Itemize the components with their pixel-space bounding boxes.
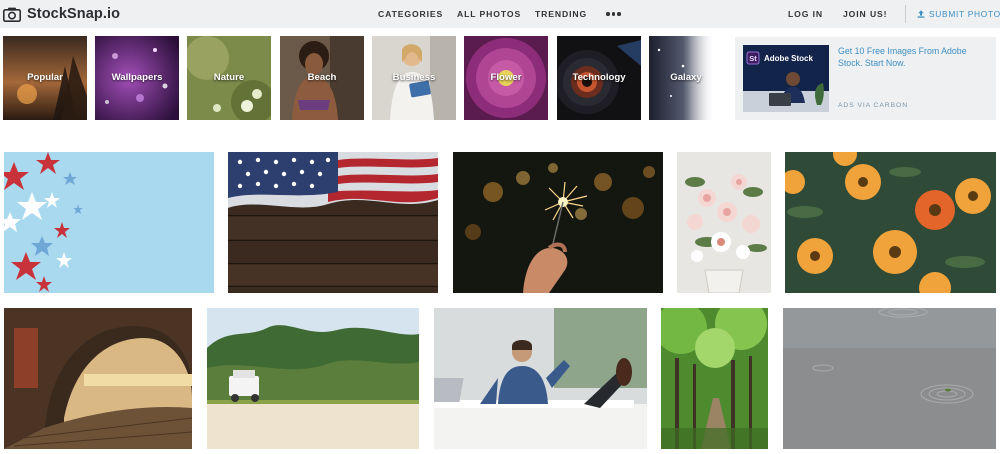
category-tile-popular[interactable]: Popular	[3, 36, 87, 120]
nav-log-in[interactable]: LOG IN	[788, 0, 823, 28]
category-tile-galaxy[interactable]: Galaxy	[649, 36, 713, 120]
nav-categories[interactable]: CATEGORIES	[378, 0, 443, 28]
photo-thumbnail-stone-archway[interactable]	[4, 308, 192, 449]
category-label: Beach	[307, 72, 337, 83]
photo-image	[4, 308, 192, 449]
upload-icon	[917, 10, 925, 18]
photo-thumbnail-flowers-vase[interactable]	[677, 152, 771, 293]
camera-icon	[3, 7, 21, 22]
category-tile-flower[interactable]: Flower	[464, 36, 548, 120]
category-label: Business	[392, 72, 436, 83]
ad-image[interactable]: St Adobe Stock	[743, 45, 829, 112]
category-tile-beach[interactable]: Beach	[280, 36, 364, 120]
photo-thumbnail-sparkler[interactable]	[453, 152, 663, 293]
submit-photos-label: SUBMIT PHOTOS	[929, 9, 1000, 19]
photo-thumbnail-forest-path[interactable]	[661, 308, 768, 449]
category-label: Galaxy	[670, 72, 702, 83]
photo-thumbnail-flag-wood[interactable]	[228, 152, 438, 293]
logo-text: StockSnap.io	[27, 6, 121, 22]
photo-image	[661, 308, 768, 449]
photo-image	[453, 152, 663, 293]
carbon-ad: St Adobe Stock Get 10 Free Images From A…	[735, 37, 996, 120]
nav-join-us[interactable]: JOIN US!	[843, 0, 887, 28]
nav-all-photos[interactable]: ALL PHOTOS	[457, 0, 521, 28]
stocksnap-logo[interactable]: StockSnap.io	[3, 3, 120, 25]
photo-image	[677, 152, 771, 293]
photo-image	[434, 308, 647, 449]
ad-text-link[interactable]: Get 10 Free Images From Adobe Stock. Sta…	[838, 45, 988, 69]
category-label: Popular	[27, 72, 63, 83]
category-label: Nature	[213, 72, 245, 83]
submit-photos-link[interactable]: SUBMIT PHOTOS	[917, 0, 1000, 28]
photo-thumbnail-relaxed-businessman[interactable]	[434, 308, 647, 449]
ads-via-carbon-link[interactable]: ADS VIA CARBON	[838, 102, 908, 109]
category-tile-business[interactable]: Business	[372, 36, 456, 120]
category-tile-nature[interactable]: Nature	[187, 36, 271, 120]
category-label: Technology	[572, 72, 626, 83]
photo-thumbnail-rain-puddle[interactable]	[783, 308, 996, 449]
adobe-stock-brand: Adobe Stock	[764, 54, 813, 63]
photo-image	[207, 308, 419, 449]
category-tile-technology[interactable]: Technology	[557, 36, 641, 120]
photo-image	[228, 152, 438, 293]
photo-thumbnail-stars[interactable]	[4, 152, 214, 293]
category-label: Wallpapers	[111, 72, 163, 83]
photo-thumbnail-orange-daisies[interactable]	[785, 152, 996, 293]
photo-image	[785, 152, 996, 293]
nav-divider	[905, 5, 906, 23]
more-dots-icon[interactable]	[606, 5, 621, 23]
nav-trending[interactable]: TRENDING	[535, 0, 587, 28]
ad-image-art: St Adobe Stock	[743, 45, 829, 112]
category-label: Flower	[490, 72, 522, 83]
category-tile-wallpapers[interactable]: Wallpapers	[95, 36, 179, 120]
photo-image	[783, 308, 996, 449]
top-navigation-bar: StockSnap.io CATEGORIES ALL PHOTOS TREND…	[0, 0, 1000, 28]
adobe-stock-badge: St	[749, 54, 757, 63]
photo-image	[4, 152, 214, 293]
photo-thumbnail-beach-jeep[interactable]	[207, 308, 419, 449]
